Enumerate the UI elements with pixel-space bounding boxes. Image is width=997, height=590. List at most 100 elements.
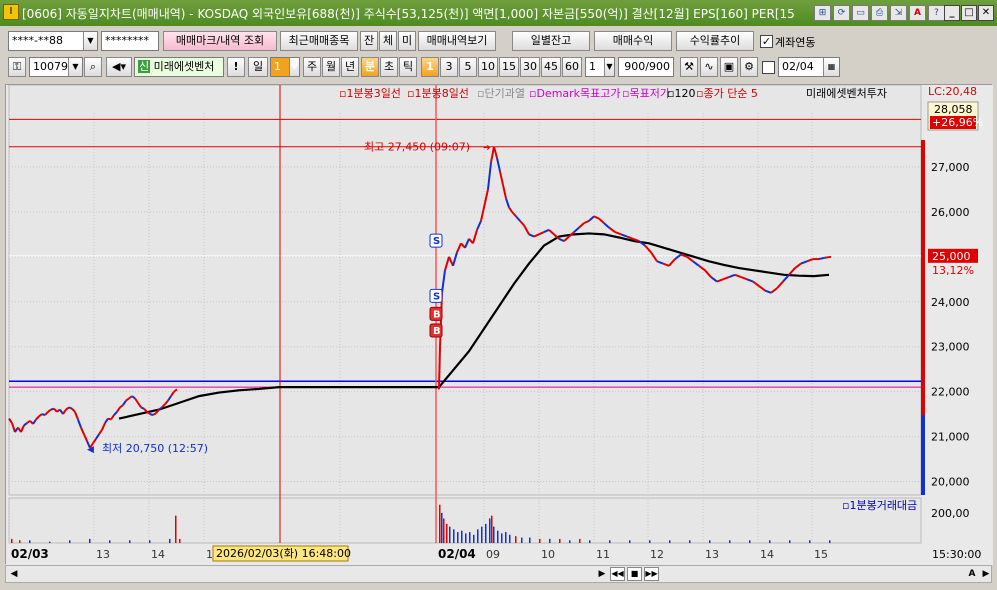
interval-select[interactable]: 1 ▼ [585,57,615,77]
scroll-left-icon[interactable]: ◀ [8,568,20,580]
volume-bar [489,518,491,543]
period-second-button[interactable]: 초 [380,57,398,77]
volume-bar [539,538,541,543]
recent-trade-button[interactable]: 최근매매종목 [280,31,358,51]
date-checkbox[interactable] [762,61,775,74]
interval-3-button[interactable]: 3 [440,57,458,77]
x-tick-label: 14 [760,548,774,561]
period-day-button[interactable]: 일 [248,57,268,77]
search-icon[interactable]: ⌕ [84,57,102,77]
trade-mark-button[interactable]: 매매마크/내역 조회 [163,31,277,51]
volume-bar [493,526,495,543]
period-year-button[interactable]: 년 [341,57,359,77]
interval-1-button[interactable]: 1 [421,57,439,77]
price-range-bar-low [921,415,925,495]
password-field[interactable]: ******** [101,31,159,51]
export-icon[interactable]: ⇲ [890,5,907,21]
chart-area[interactable]: 27,000 26,000 25,000 24,000 23,000 22,000 21,0… [5,84,993,565]
count-field[interactable]: 900/900 [618,57,674,77]
period-minute-button[interactable]: 분 [361,57,379,77]
rewind-icon[interactable]: ◀◀ [610,567,625,581]
period-select[interactable]: 1 ▼ [270,57,300,77]
title-toolbar: ⊞ ⟳ ▭ ⎙ ⇲ A ? [814,5,945,21]
y-tick-label: 26,000 [931,206,970,219]
x-tick-label: 11 [596,548,610,561]
trade-profit-button[interactable]: 매매수익 [594,31,672,51]
chevron-down-icon[interactable]: ▼ [289,58,299,76]
account-select[interactable]: ****-**88 ▼ [8,31,98,51]
interval-30-button[interactable]: 30 [520,57,540,77]
period-month-button[interactable]: 월 [322,57,340,77]
interval-60-button[interactable]: 60 [562,57,582,77]
speaker-icon[interactable]: ◀▾ [106,57,132,77]
volume-bar [589,540,591,543]
y-tick-label: 20,000 [931,476,970,489]
interval-15-button[interactable]: 15 [499,57,519,77]
time-axis-label: 15:30:00 [932,548,981,561]
chevron-down-icon[interactable]: ▼ [83,32,97,50]
calendar-icon[interactable]: ▦ [823,58,839,76]
date-field[interactable]: 02/04 ▦ [778,57,840,77]
price-chart[interactable]: 27,000 26,000 25,000 24,000 23,000 22,000 21,0… [6,85,993,565]
legend-item: ▫1분봉8일선 [407,86,469,100]
account-link-checkbox[interactable]: ✓ [760,35,773,48]
scroll-end-icon[interactable]: ▶ [980,568,992,580]
interval-10-button[interactable]: 10 [478,57,498,77]
filter-executed-button[interactable]: 체 [379,31,397,51]
daily-balance-button[interactable]: 일별잔고 [512,31,590,51]
period-week-button[interactable]: 주 [303,57,321,77]
volume-bar [453,529,455,543]
current-change-label: 13,12% [932,264,974,277]
price-segment [140,406,145,410]
legend-item: 미래에셋벤처투자 [806,87,887,100]
save-icon[interactable]: ▣ [720,57,738,77]
alert-button[interactable]: ! [227,57,245,77]
settings-icon[interactable]: ⚙ [740,57,758,77]
font-size-icon[interactable]: A [966,568,978,580]
return-trend-button[interactable]: 수익률추이 [676,31,754,51]
chevron-down-icon[interactable]: ▼ [604,58,614,76]
refresh-icon[interactable]: ⟳ [833,5,850,21]
tools-icon[interactable]: ⚒ [680,57,698,77]
window-icon[interactable]: ▭ [852,5,869,21]
price-segment [68,406,73,410]
link-icon[interactable]: ⊞ [814,5,831,21]
volume-bar [129,540,131,543]
volume-bar [477,529,479,543]
font-icon[interactable]: A [909,5,926,21]
chevron-down-icon[interactable]: ▼ [68,58,82,76]
x-tick-label: 15 [814,548,828,561]
lock-icon[interactable]: ⚿ [8,57,26,77]
help-icon[interactable]: ? [928,5,945,21]
volume-bar [461,530,463,543]
indicator-icon[interactable]: ∿ [700,57,718,77]
close-icon[interactable]: ✕ [978,5,994,21]
date-value: 02/04 [782,60,814,73]
volume-tick-label: 200,00 [931,507,970,520]
scroll-right-icon[interactable]: ▶ [596,568,608,580]
interval-5-button[interactable]: 5 [459,57,477,77]
stock-name-field[interactable]: 신 미래에셋벤처 [134,57,224,77]
volume-bar [473,534,475,543]
volume-bar [69,540,71,543]
minimize-icon[interactable]: _ [944,5,960,21]
y-tick-label: 27,000 [931,161,970,174]
trade-history-button[interactable]: 매매내역보기 [418,31,496,51]
high-arrow-icon: ➔ [483,144,491,154]
print-icon[interactable]: ⎙ [871,5,888,21]
volume-bar [89,538,91,543]
filter-pending-button[interactable]: 미 [398,31,416,51]
low-arrow-icon: ◀ [87,445,94,455]
chart-toolbar: ⚿ 100790 ▼ ⌕ ◀▾ 신 미래에셋벤처 ! 일 1 ▼ 주 월 년 분… [0,55,997,81]
stock-name: 미래에셋벤처 [153,60,215,73]
stock-code-select[interactable]: 100790 ▼ [29,57,83,77]
interval-45-button[interactable]: 45 [541,57,561,77]
credit-badge: 신 [138,60,151,73]
maximize-icon[interactable]: □ [961,5,977,21]
filter-balance-button[interactable]: 잔 [360,31,378,51]
period-tick-button[interactable]: 틱 [399,57,417,77]
forward-icon[interactable]: ▶▶ [644,567,659,581]
stop-icon[interactable]: ■ [627,567,642,581]
chart-scrollbar[interactable]: ◀ ▶ ◀◀ ■ ▶▶ A ▶ [5,565,992,583]
y-tick-label: 24,000 [931,296,970,309]
